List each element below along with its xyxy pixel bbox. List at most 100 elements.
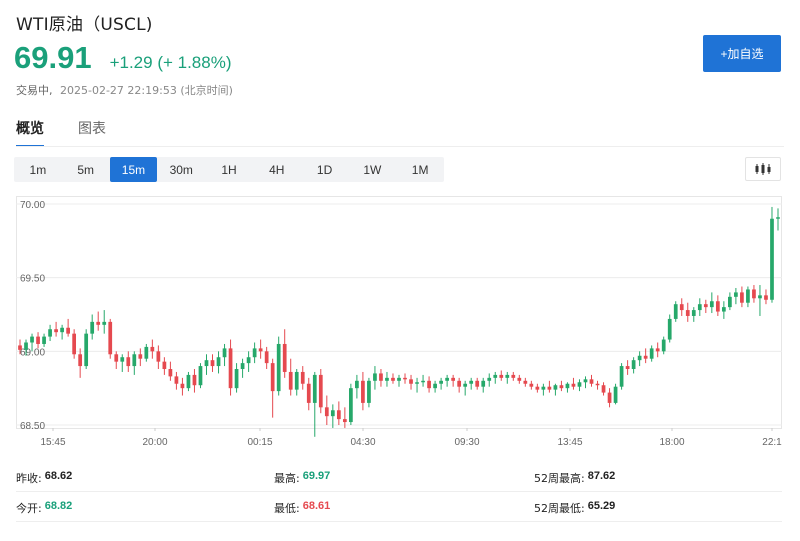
candle bbox=[42, 333, 46, 347]
candle bbox=[655, 342, 660, 358]
candle bbox=[294, 369, 299, 396]
candle bbox=[469, 377, 474, 390]
candle-body bbox=[535, 386, 540, 390]
candle-body bbox=[66, 327, 70, 334]
candle bbox=[433, 380, 437, 393]
candle-body bbox=[571, 383, 576, 387]
candle bbox=[270, 358, 275, 418]
candle-body bbox=[198, 366, 203, 386]
range-1d[interactable]: 1D bbox=[301, 157, 349, 182]
candle-body bbox=[342, 419, 347, 423]
candle bbox=[210, 354, 215, 372]
candle-body bbox=[493, 374, 498, 378]
price-chart[interactable]: 70.00 69.50 69.00 68.50 15:45 20:00 00:15 04:30… bbox=[16, 192, 782, 452]
range-15m[interactable]: 15m bbox=[109, 157, 158, 182]
range-30m[interactable]: 30m bbox=[157, 157, 205, 182]
candle bbox=[439, 377, 443, 390]
candle bbox=[204, 354, 209, 375]
candle bbox=[493, 371, 498, 384]
tab-chart[interactable]: 图表 bbox=[78, 118, 106, 147]
candle-body bbox=[373, 373, 377, 381]
candle-body bbox=[252, 348, 257, 358]
stats-row: 昨收: 68.62 最高: 69.97 52周最高: 87.62 bbox=[16, 462, 782, 492]
candle-body bbox=[691, 310, 696, 316]
candle-body bbox=[300, 371, 305, 384]
candle bbox=[523, 377, 528, 387]
candle-body bbox=[385, 377, 389, 381]
candle bbox=[475, 377, 480, 390]
stat-value: 68.62 bbox=[44, 470, 73, 482]
candle bbox=[734, 287, 738, 305]
candle-body bbox=[451, 377, 456, 381]
candle-body bbox=[595, 383, 600, 386]
range-1m[interactable]: 1m bbox=[14, 157, 62, 182]
candle-body bbox=[577, 382, 582, 387]
y-tick-label: 70.00 bbox=[20, 200, 45, 211]
candle-body bbox=[721, 307, 726, 312]
candle bbox=[619, 363, 624, 390]
price-change: +1.29 (+ 1.88%) bbox=[109, 53, 232, 72]
candle-body bbox=[156, 351, 161, 362]
candle-body bbox=[734, 292, 738, 297]
candle-body bbox=[457, 380, 462, 387]
y-tick-label: 69.00 bbox=[20, 347, 45, 358]
tab-overview[interactable]: 概览 bbox=[16, 118, 44, 147]
candle-body bbox=[162, 361, 167, 370]
candle-body bbox=[703, 304, 708, 308]
chart-type-button[interactable] bbox=[745, 157, 781, 181]
candle bbox=[391, 373, 395, 384]
range-1w[interactable]: 1W bbox=[348, 157, 396, 182]
candle-body bbox=[36, 336, 40, 344]
candle bbox=[679, 298, 684, 316]
candle-body bbox=[728, 296, 732, 308]
candle bbox=[487, 373, 492, 387]
candle-body bbox=[216, 357, 221, 367]
last-price: 69.91 bbox=[14, 40, 92, 75]
x-tick-label: 00:15 bbox=[247, 437, 272, 448]
candle-body bbox=[294, 371, 299, 390]
candle-body bbox=[679, 304, 684, 311]
candle bbox=[312, 371, 317, 437]
add-to-watchlist-button[interactable]: +加自选 bbox=[703, 35, 781, 72]
candle bbox=[427, 376, 431, 393]
candle-body bbox=[361, 380, 365, 403]
range-5m[interactable]: 5m bbox=[62, 157, 110, 182]
candle bbox=[517, 374, 522, 384]
candle bbox=[180, 377, 185, 396]
stats-row: 今开: 68.82 最低: 68.61 52周最低: 65.29 bbox=[16, 492, 782, 522]
instrument-title: WTI原油（USCL) bbox=[16, 15, 153, 35]
candle-body bbox=[30, 336, 34, 343]
candle-body bbox=[475, 380, 480, 387]
range-4h[interactable]: 4H bbox=[253, 157, 301, 182]
candle-body bbox=[391, 377, 395, 381]
candle-body bbox=[403, 377, 407, 380]
candle-body bbox=[529, 383, 534, 387]
candle-body bbox=[487, 377, 492, 381]
candle bbox=[463, 380, 468, 396]
candle-body bbox=[336, 410, 341, 420]
range-1mo[interactable]: 1M bbox=[396, 157, 444, 182]
candle-body bbox=[60, 327, 64, 333]
candle-body bbox=[709, 301, 714, 308]
candle bbox=[90, 314, 95, 340]
candle-body bbox=[138, 354, 143, 359]
trading-status-row: 交易中, 2025-02-27 22:19:53 (北京时间) bbox=[16, 82, 233, 98]
stat-high: 最高: 69.97 bbox=[274, 470, 330, 486]
stat-label: 最高: bbox=[274, 472, 300, 485]
candle bbox=[535, 383, 540, 393]
candle bbox=[511, 371, 516, 381]
candle bbox=[385, 371, 389, 387]
candle-body bbox=[126, 357, 131, 367]
candle bbox=[132, 351, 137, 375]
candle bbox=[361, 371, 365, 411]
candle bbox=[102, 310, 107, 334]
candle bbox=[168, 361, 173, 381]
candle-body bbox=[168, 369, 173, 377]
candle-body bbox=[631, 360, 636, 370]
x-tick-label: 18:00 bbox=[659, 437, 684, 448]
candle bbox=[300, 366, 305, 390]
candle-body bbox=[673, 304, 678, 319]
candle-body bbox=[565, 383, 570, 389]
candle bbox=[451, 374, 456, 387]
range-1h[interactable]: 1H bbox=[205, 157, 253, 182]
